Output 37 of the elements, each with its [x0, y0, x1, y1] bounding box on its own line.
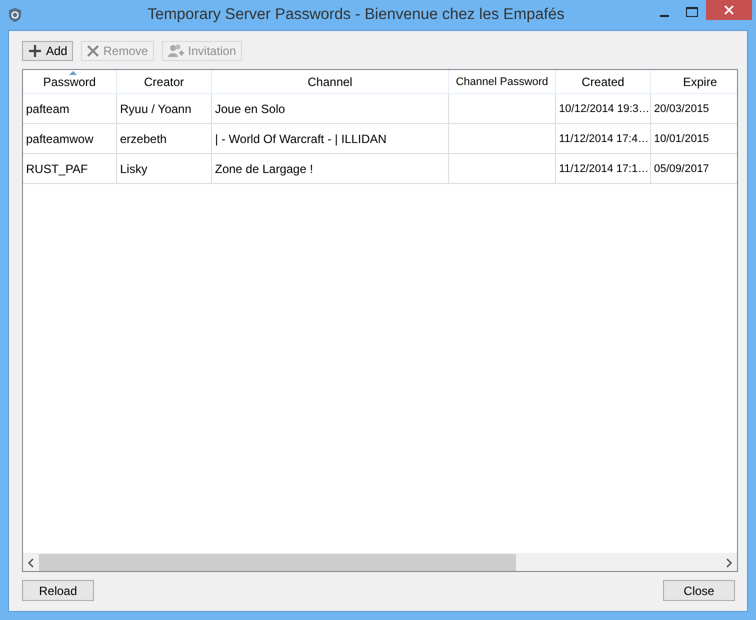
- close-button[interactable]: [706, 0, 752, 20]
- close-dialog-button[interactable]: Close: [663, 580, 735, 601]
- table-cell: pafteam: [26, 102, 70, 116]
- table-cell: Joue en Solo: [215, 102, 286, 116]
- table-cell: Zone de Largage !: [215, 162, 314, 176]
- table-cell: 05/09/2017: [654, 162, 710, 174]
- chevron-right-icon[interactable]: [725, 558, 733, 568]
- plus-icon: [28, 44, 42, 58]
- sort-ascending-icon: [69, 71, 77, 75]
- column-header[interactable]: Created: [556, 70, 650, 94]
- column-header[interactable]: Expire: [650, 70, 737, 94]
- column-header[interactable]: Channel Password: [448, 70, 556, 94]
- table-cell: 11/12/2014 17:1…: [559, 162, 649, 174]
- minimize-icon: [660, 15, 668, 17]
- users-add-icon: [168, 44, 184, 58]
- close-icon: [724, 5, 734, 15]
- table-cell: 10/12/2014 19:3…: [559, 102, 650, 114]
- table-cell: 20/03/2015: [654, 102, 710, 114]
- column-header[interactable]: Password: [23, 70, 116, 94]
- table-cell: erzebeth: [120, 132, 167, 146]
- table-cell: RUST_PAF: [26, 162, 88, 176]
- maximize-icon: [686, 7, 698, 17]
- table-cell: Ryuu / Yoann: [120, 102, 192, 116]
- column-header[interactable]: Channel: [212, 70, 448, 94]
- horizontal-scrollbar[interactable]: [23, 553, 737, 571]
- table-cell: 11/12/2014 17:4…: [559, 132, 649, 144]
- shield-icon: [8, 7, 22, 23]
- table-cell: 10/01/2015: [654, 132, 710, 144]
- table-cell: Lisky: [120, 162, 148, 176]
- reload-button[interactable]: Reload: [22, 580, 94, 601]
- add-button[interactable]: Add: [22, 41, 74, 61]
- table-cell: pafteamwow: [26, 132, 94, 146]
- column-header[interactable]: Creator: [116, 70, 212, 94]
- table-cell: | - World Of Warcraft - | ILLIDAN: [215, 132, 387, 146]
- window-title: Temporary Server Passwords - Bienvenue chez les Empafés: [146, 6, 566, 24]
- cross-icon: [87, 45, 100, 57]
- chevron-left-icon[interactable]: [27, 558, 35, 568]
